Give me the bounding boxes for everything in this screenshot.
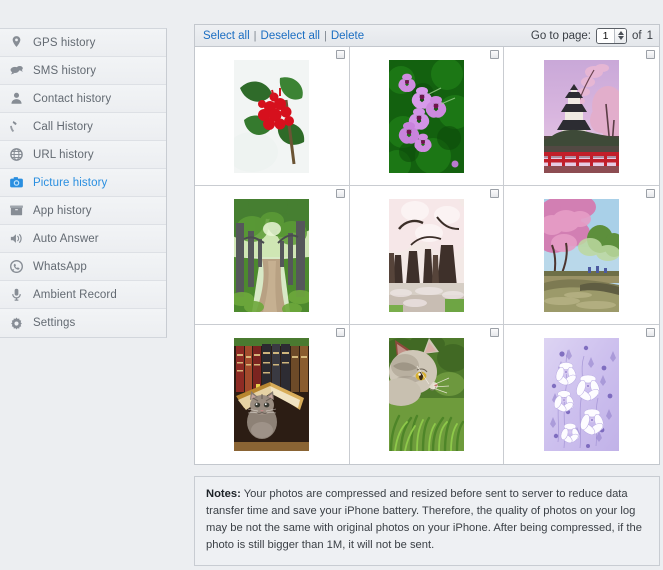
sidebar-item-call-history[interactable]: Call History	[0, 113, 166, 141]
total-pages-value: 1	[646, 29, 653, 42]
photo-select-checkbox[interactable]	[646, 328, 655, 337]
photo-select-checkbox[interactable]	[335, 189, 345, 198]
sidebar-item-ambient-record[interactable]: Ambient Record	[0, 281, 166, 309]
sidebar-item-label: Contact history	[33, 92, 112, 105]
page-number-value[interactable]: 1	[597, 28, 614, 43]
photo-cell[interactable]	[504, 47, 659, 186]
photo-thumbnail[interactable]	[544, 59, 620, 173]
sidebar-item-sms-history[interactable]: SMS history	[0, 57, 166, 85]
goto-page-label: Go to page:	[530, 29, 591, 42]
photo-select-checkbox[interactable]	[646, 50, 655, 59]
sidebar-item-label: WhatsApp	[33, 260, 87, 273]
toolbar-separator-2: |	[323, 29, 327, 42]
photo-cell[interactable]	[195, 325, 350, 464]
gallery-toolbar: Select all | Deselect all | Delete Go to…	[194, 24, 660, 46]
photo-cell[interactable]	[504, 186, 659, 325]
photo-cell[interactable]	[195, 186, 350, 325]
globe-icon	[9, 147, 24, 162]
photo-thumbnail[interactable]	[234, 198, 310, 312]
select-all-link[interactable]: Select all	[203, 30, 250, 42]
photo-cell[interactable]	[349, 47, 505, 186]
photo-select-checkbox[interactable]	[490, 328, 500, 337]
photo-select-checkbox[interactable]	[335, 328, 345, 337]
sidebar-item-label: App history	[33, 204, 92, 217]
sidebar-item-label: GPS history	[33, 36, 96, 49]
deselect-all-link[interactable]: Deselect all	[261, 30, 320, 42]
sidebar-item-picture-history[interactable]: Picture history	[0, 169, 166, 197]
sidebar-item-whatsapp[interactable]: WhatsApp	[0, 253, 166, 281]
chevron-down-icon[interactable]	[617, 36, 624, 40]
photo-grid	[194, 46, 660, 465]
photo-select-checkbox[interactable]	[490, 50, 500, 59]
speaker-icon	[9, 231, 24, 246]
sidebar-item-label: Ambient Record	[33, 288, 117, 301]
photo-cell[interactable]	[349, 186, 505, 325]
map-pin-icon	[9, 35, 24, 50]
person-icon	[9, 91, 24, 106]
pagination-controls: Go to page: 1 of 1	[530, 27, 653, 44]
sidebar-item-label: Picture history	[33, 176, 108, 189]
sidebar-item-label: SMS history	[33, 64, 97, 77]
photo-select-checkbox[interactable]	[490, 189, 500, 198]
photo-cell[interactable]	[195, 47, 350, 186]
photo-thumbnail[interactable]	[388, 338, 464, 451]
notes-label: Notes:	[206, 488, 241, 500]
picture-history-page: GPS history SMS history Contact history Cal…	[0, 0, 663, 570]
gear-icon	[9, 316, 24, 331]
chat-bubble-icon	[9, 63, 24, 78]
delete-link[interactable]: Delete	[331, 30, 364, 42]
phone-icon	[9, 119, 24, 134]
photo-cell[interactable]	[504, 325, 659, 464]
photo-thumbnail[interactable]	[388, 198, 464, 312]
notes-panel: Notes: Your photos are compressed and re…	[194, 476, 660, 566]
photo-thumbnail[interactable]	[544, 198, 620, 312]
sidebar-item-auto-answer[interactable]: Auto Answer	[0, 225, 166, 253]
stepper-arrows[interactable]	[614, 28, 626, 43]
notes-text: Your photos are compressed and resized b…	[206, 488, 642, 551]
camera-icon	[9, 175, 24, 190]
sidebar-item-gps-history[interactable]: GPS history	[0, 29, 166, 57]
photo-thumbnail[interactable]	[234, 338, 310, 451]
photo-cell[interactable]	[349, 325, 505, 464]
app-box-icon	[9, 203, 24, 218]
sidebar-item-contact-history[interactable]: Contact history	[0, 85, 166, 113]
page-number-stepper[interactable]: 1	[596, 27, 627, 44]
sidebar-item-label: Settings	[33, 317, 76, 329]
sidebar-item-label: Call History	[33, 120, 93, 133]
sidebar-item-label: URL history	[33, 148, 94, 161]
sidebar-item-url-history[interactable]: URL history	[0, 141, 166, 169]
toolbar-separator-1: |	[253, 29, 257, 42]
sidebar-item-label: Auto Answer	[33, 232, 99, 245]
sidebar-item-settings[interactable]: Settings	[0, 309, 166, 337]
main-content: Select all | Deselect all | Delete Go to…	[194, 24, 660, 566]
sidebar-navigation: GPS history SMS history Contact history Cal…	[0, 28, 167, 338]
of-label: of	[632, 29, 642, 42]
photo-select-checkbox[interactable]	[646, 189, 655, 198]
sidebar-item-app-history[interactable]: App history	[0, 197, 166, 225]
photo-thumbnail[interactable]	[388, 59, 464, 173]
whatsapp-icon	[9, 259, 24, 274]
photo-thumbnail[interactable]	[544, 338, 620, 451]
photo-thumbnail[interactable]	[234, 59, 310, 173]
chevron-up-icon[interactable]	[617, 31, 624, 35]
microphone-icon	[9, 287, 24, 302]
photo-select-checkbox[interactable]	[335, 50, 345, 59]
toolbar-actions: Select all | Deselect all | Delete	[203, 30, 364, 42]
